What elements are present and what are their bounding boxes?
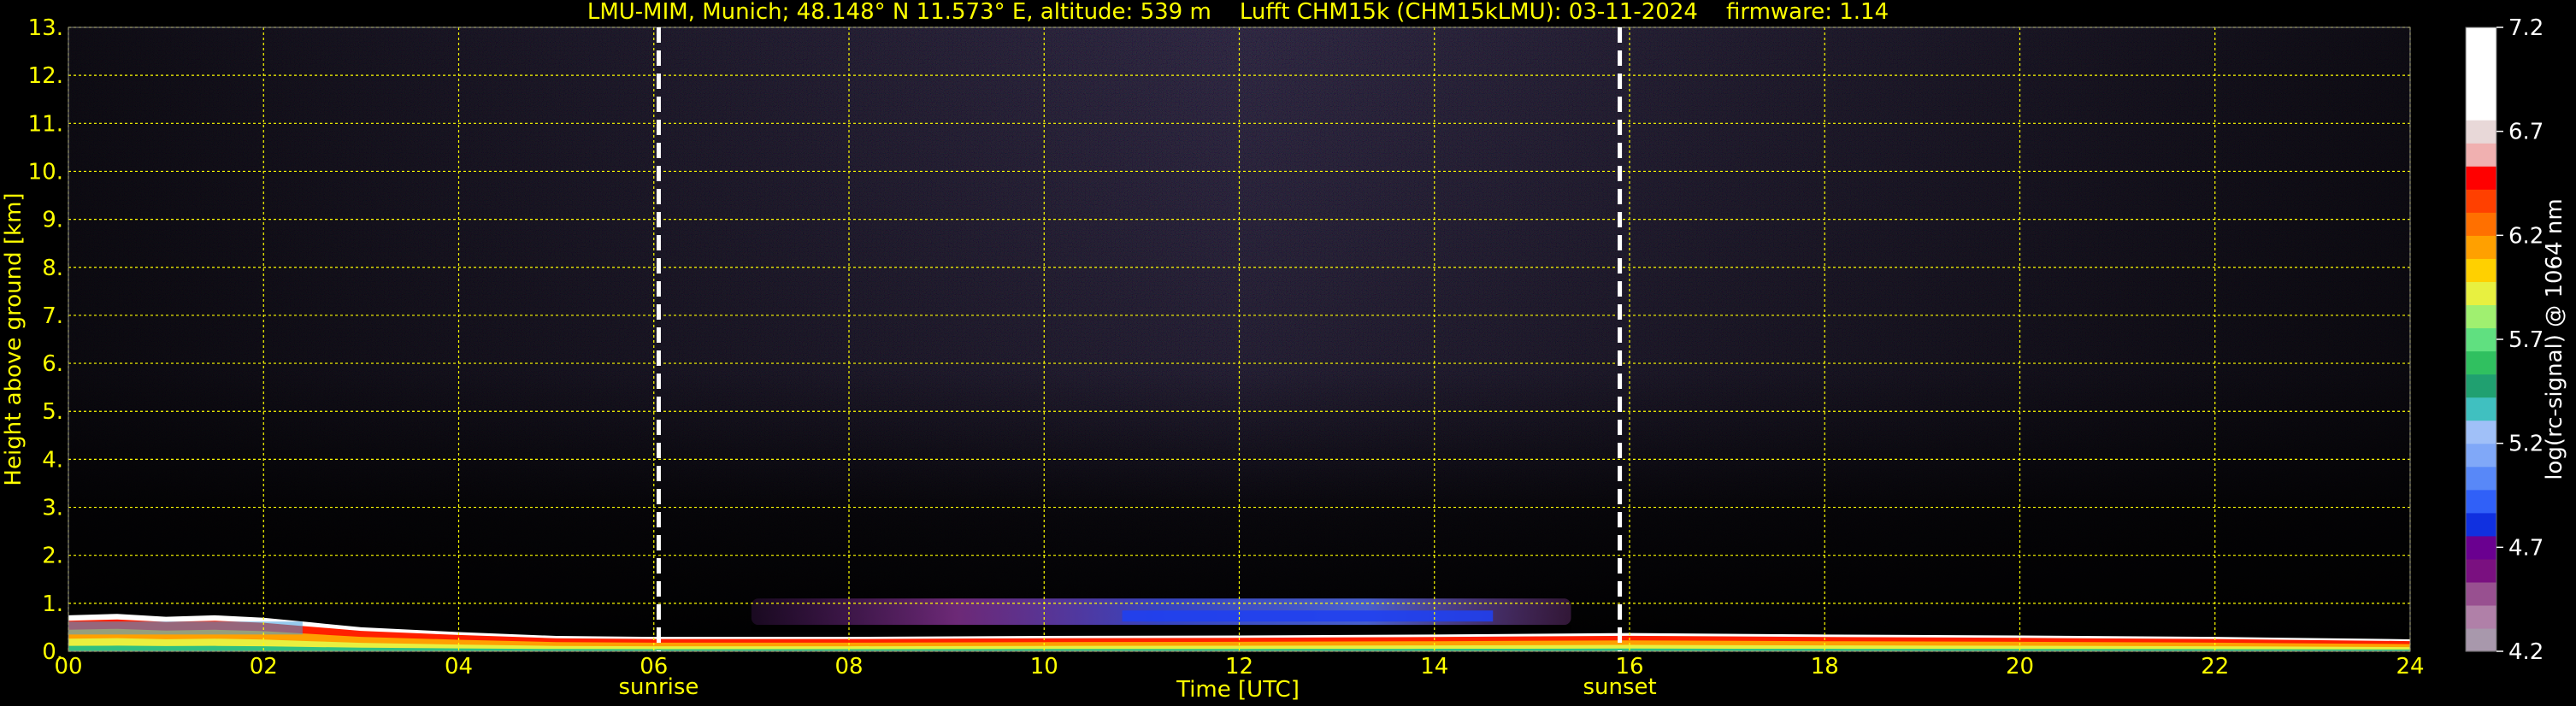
y-tick-label: 8. <box>42 256 63 281</box>
early-morning-layer <box>68 621 303 635</box>
colorbar-swatch <box>2466 258 2496 283</box>
x-axis-label: Time [UTC] <box>1176 677 1300 703</box>
colorbar-swatch <box>2466 581 2496 606</box>
colorbar-tick-label: 6.7 <box>2508 120 2544 145</box>
y-tick-label: 1. <box>42 591 63 617</box>
x-tick-label: 20 <box>2006 654 2034 680</box>
colorbar-swatch <box>2466 27 2496 51</box>
colorbar-swatch <box>2466 604 2496 629</box>
y-axis-label: Height above ground [km] <box>1 192 27 485</box>
colorbar-swatch <box>2466 443 2496 468</box>
colorbar-swatch <box>2466 235 2496 259</box>
colorbar-tick-label: 4.7 <box>2508 535 2544 561</box>
x-tick-label: 12 <box>1225 654 1253 680</box>
x-tick-label: 10 <box>1030 654 1058 680</box>
colorbar-tick-label: 5.7 <box>2508 327 2544 353</box>
y-tick-label: 5. <box>42 399 63 425</box>
x-tick-label: 22 <box>2201 654 2229 680</box>
x-tick-label: 24 <box>2396 654 2424 680</box>
x-tick-label: 18 <box>1811 654 1839 680</box>
colorbar-swatch <box>2466 466 2496 491</box>
y-tick-label: 4. <box>42 447 63 473</box>
y-tick-labels: 0. 1. 2. 3. 4. 5. 6. 7. 8. 9. 10. 11. 12. 13. <box>28 15 63 665</box>
y-tick-label: 0. <box>42 639 63 665</box>
x-tick-label: 14 <box>1420 654 1448 680</box>
colorbar-swatch <box>2466 74 2496 97</box>
colorbar-swatch <box>2466 189 2496 213</box>
y-tick-label: 6. <box>42 351 63 377</box>
y-tick-label: 3. <box>42 496 63 521</box>
colorbar-swatch <box>2466 166 2496 190</box>
colorbar-tick-label: 5.2 <box>2508 432 2544 457</box>
colorbar-swatch <box>2466 350 2496 375</box>
x-tick-label: 16 <box>1615 654 1643 680</box>
colorbar-swatch <box>2466 558 2496 583</box>
x-tick-label: 04 <box>445 654 473 680</box>
colorbar-swatch <box>2466 143 2496 167</box>
colorbar-tick-label: 4.2 <box>2508 639 2544 665</box>
y-tick-label: 10. <box>28 159 63 185</box>
ceilometer-chart: sunrise sunset 00 02 04 06 08 10 12 14 16 18 20 22 24… <box>1 0 2567 703</box>
colorbar-swatch <box>2466 50 2496 74</box>
y-tick-label: 11. <box>28 111 63 137</box>
colorbar-swatch <box>2466 281 2496 306</box>
x-tick-label: 06 <box>640 654 668 680</box>
x-tick-labels: 00 02 04 06 08 10 12 14 16 18 20 22 24 <box>54 654 2424 680</box>
colorbar-swatch <box>2466 97 2496 121</box>
y-tick-label: 7. <box>42 303 63 329</box>
colorbar-tick-label: 6.2 <box>2508 223 2544 249</box>
colorbar: 7.2 6.7 6.2 5.7 5.2 4.7 4.2 <box>2465 15 2544 665</box>
colorbar-swatch <box>2466 212 2496 236</box>
chart-title: LMU-MIM, Munich; 48.148° N 11.573° E, al… <box>587 0 1889 25</box>
colorbar-swatch <box>2466 512 2496 537</box>
colorbar-swatch <box>2466 420 2496 444</box>
colorbar-tick-label: 7.2 <box>2508 15 2544 41</box>
y-tick-label: 2. <box>42 544 63 569</box>
colorbar-swatch <box>2466 327 2496 352</box>
aerosol-core <box>1122 610 1494 622</box>
x-tick-label: 08 <box>834 654 863 680</box>
colorbar-label: log(rc-signal) @ 1064 nm <box>2542 198 2567 479</box>
x-tick-label: 02 <box>250 654 278 680</box>
colorbar-swatch <box>2466 627 2496 652</box>
y-tick-label: 13. <box>28 15 63 41</box>
colorbar-swatch <box>2466 535 2496 560</box>
colorbar-swatch <box>2466 304 2496 329</box>
y-tick-label: 12. <box>28 63 63 89</box>
colorbar-swatch <box>2466 489 2496 514</box>
colorbar-swatch <box>2466 397 2496 421</box>
gap-layer <box>751 625 1571 632</box>
colorbar-swatch <box>2466 120 2496 144</box>
y-tick-label: 9. <box>42 208 63 233</box>
colorbar-swatch <box>2466 374 2496 398</box>
